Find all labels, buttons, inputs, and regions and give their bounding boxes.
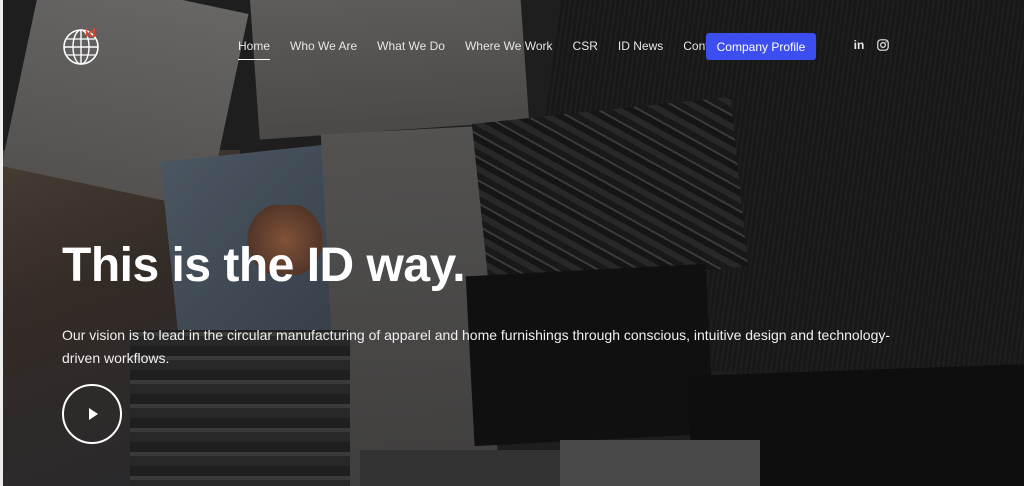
linkedin-icon[interactable]: in — [852, 38, 866, 52]
nav-what-we-do[interactable]: What We Do — [377, 38, 445, 54]
logo[interactable]: id — [62, 24, 104, 66]
nav-csr[interactable]: CSR — [573, 38, 598, 54]
logo-text: id — [85, 26, 96, 40]
hero-subtext: Our vision is to lead in the circular ma… — [62, 327, 891, 366]
nav-home[interactable]: Home — [238, 38, 271, 60]
company-profile-button[interactable]: Company Profile — [706, 33, 816, 60]
play-icon — [89, 408, 98, 420]
instagram-icon[interactable] — [876, 38, 890, 52]
main-nav: Home Who We Are What We Do Where We Work… — [238, 38, 745, 60]
globe-icon: id — [63, 26, 99, 65]
hero-headline: This is the ID way. — [62, 239, 466, 292]
site-header: id Home Who We Are What We Do Where We W… — [0, 0, 1024, 90]
nav-who-we-are[interactable]: Who We Are — [290, 38, 357, 54]
play-video-button[interactable] — [62, 384, 122, 444]
nav-where-we-work[interactable]: Where We Work — [465, 38, 553, 54]
nav-id-news[interactable]: ID News — [618, 38, 663, 54]
